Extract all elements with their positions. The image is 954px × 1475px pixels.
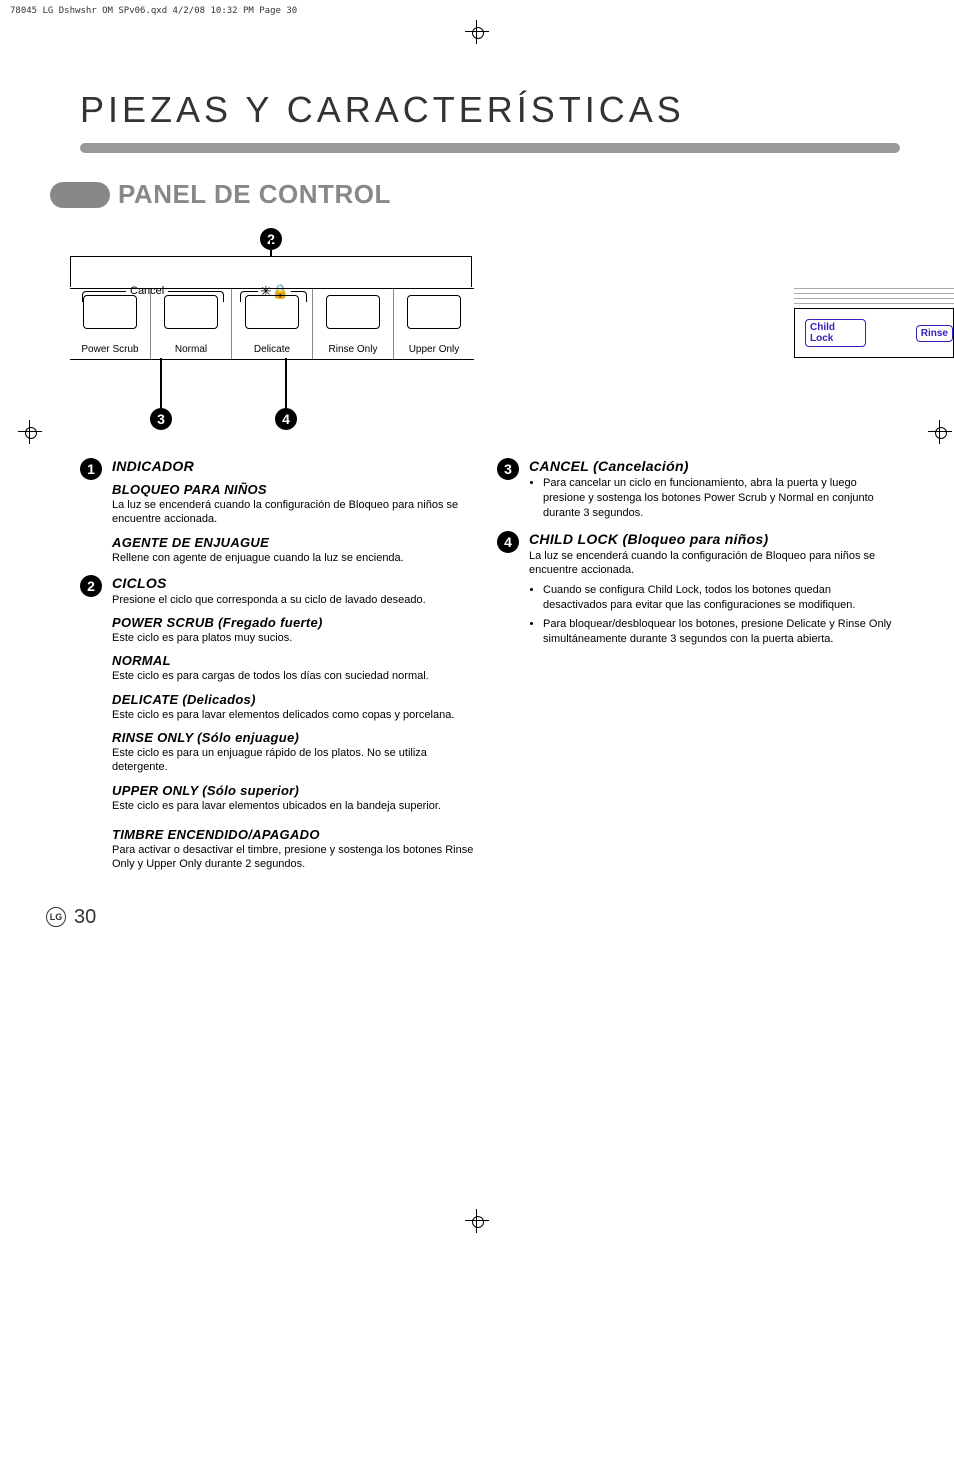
page-number: 30: [74, 906, 96, 929]
entry-num-3: 3: [497, 458, 519, 480]
agente-heading: AGENTE DE ENJUAGUE: [112, 535, 477, 550]
print-header: 78045 LG Dshwshr OM SPv06.qxd 4/2/08 10:…: [0, 0, 954, 22]
control-panel-diagram: 2 Cancel ✳🔒 Power Scrub Normal Delicate …: [70, 228, 954, 438]
callout-4: 4: [275, 408, 297, 430]
timbre-heading: TIMBRE ENCENDIDO/APAGADO: [112, 827, 477, 842]
ciclos-intro: Presione el ciclo que corresponda a su c…: [112, 593, 477, 607]
childlock-bullet-1: Cuando se configura Child Lock, todos lo…: [543, 583, 894, 613]
delicate-text: Este ciclo es para lavar elementos delic…: [112, 708, 477, 722]
childlock-heading: CHILD LOCK (Bloqueo para niños): [529, 531, 894, 547]
side-panel-fragment: Child Lock Rinse: [794, 288, 954, 358]
rinse-only-heading: RINSE ONLY (Sólo enjuague): [112, 730, 477, 745]
power-scrub-text: Este ciclo es para platos muy sucios.: [112, 631, 477, 645]
entry-num-4: 4: [497, 531, 519, 553]
section-pill: [50, 182, 110, 208]
callout-3: 3: [150, 408, 172, 430]
cancel-heading: CANCEL (Cancelación): [529, 458, 894, 474]
indicador-heading: INDICADOR: [112, 458, 477, 474]
crop-mark-top: [0, 20, 954, 49]
bloqueo-text: La luz se encenderá cuando la configurac…: [112, 498, 477, 527]
lg-logo-icon: LG: [46, 907, 66, 927]
crop-mark-bottom: [0, 1209, 954, 1238]
page-title: PIEZAS Y CARACTERÍSTICAS: [80, 89, 954, 131]
ciclos-heading: CICLOS: [112, 575, 477, 591]
childlock-intro: La luz se encenderá cuando la configurac…: [529, 549, 894, 578]
bloqueo-heading: BLOQUEO PARA NIÑOS: [112, 482, 477, 497]
section-title: PANEL DE CONTROL: [118, 179, 391, 210]
delicate-button: Delicate: [232, 289, 313, 359]
child-lock-pill: Child Lock: [805, 319, 866, 347]
childlock-bullet-2: Para bloquear/desbloquear los botones, p…: [543, 617, 894, 647]
power-scrub-button: Power Scrub: [70, 289, 151, 359]
rinse-pill: Rinse: [916, 325, 953, 342]
delicate-heading: DELICATE (Delicados): [112, 692, 477, 707]
cancel-bullet: Para cancelar un ciclo en funcionamiento…: [543, 476, 894, 521]
timbre-text: Para activar o desactivar el timbre, pre…: [112, 843, 477, 872]
entry-num-1: 1: [80, 458, 102, 480]
registration-mark-left: [18, 420, 42, 449]
upper-only-text: Este ciclo es para lavar elementos ubica…: [112, 799, 477, 813]
entry-num-2: 2: [80, 575, 102, 597]
upper-only-button: Upper Only: [394, 289, 474, 359]
normal-text: Este ciclo es para cargas de todos los d…: [112, 669, 477, 683]
normal-button: Normal: [151, 289, 232, 359]
rinse-only-text: Este ciclo es para un enjuague rápido de…: [112, 746, 477, 775]
upper-only-heading: UPPER ONLY (Sólo superior): [112, 783, 477, 798]
agente-text: Rellene con agente de enjuague cuando la…: [112, 551, 477, 565]
rinse-only-button: Rinse Only: [313, 289, 394, 359]
title-underline: [80, 143, 900, 153]
power-scrub-heading: POWER SCRUB (Fregado fuerte): [112, 615, 477, 630]
normal-heading: NORMAL: [112, 653, 477, 668]
